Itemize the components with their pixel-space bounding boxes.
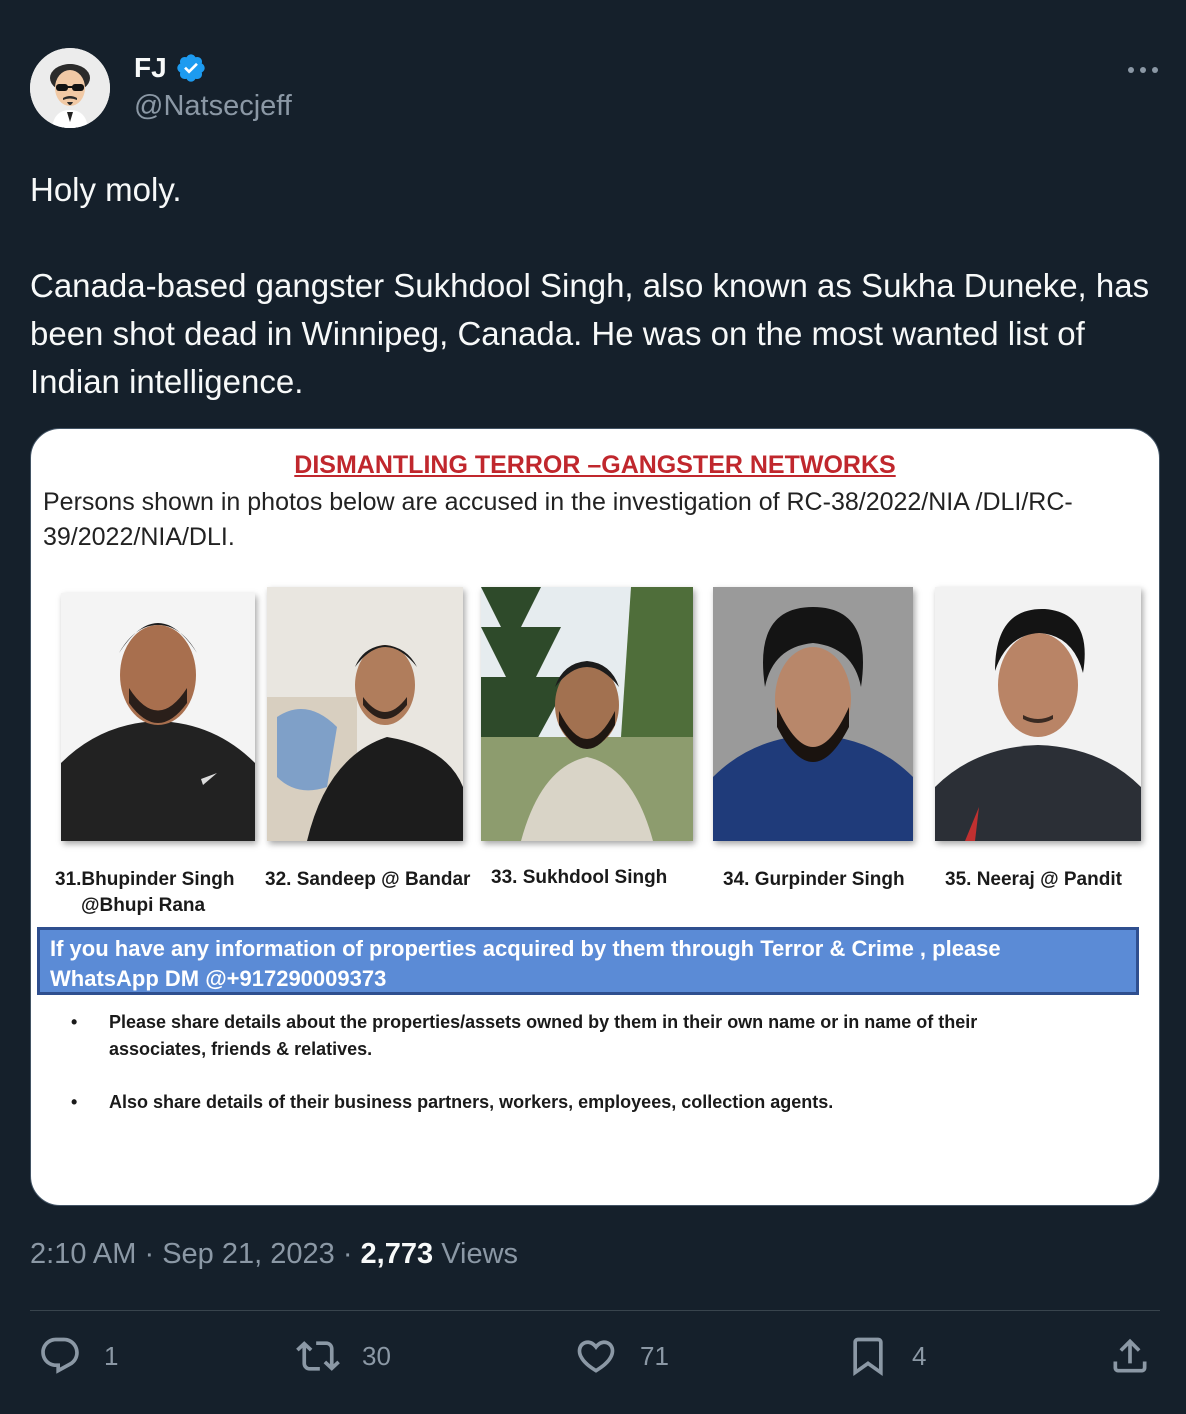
reply-count: 1: [104, 1340, 119, 1371]
person-label-31-line-2: @Bhupi Rana: [81, 895, 206, 916]
poster-subtitle-line-2: 39/2022/NIA/DLI.: [43, 523, 235, 551]
tweet-date[interactable]: Sep 21, 2023: [162, 1238, 335, 1270]
tweet-actions: 1 30 71 4: [30, 1334, 1160, 1386]
verified-badge-icon: [177, 54, 205, 82]
reply-button[interactable]: 1: [38, 1334, 118, 1378]
avatar[interactable]: [30, 48, 110, 128]
tweet-media-image[interactable]: DISMANTLING TERROR –GANGSTER NETWORKS Pe…: [30, 428, 1160, 1206]
bullet-item-1: Please share details about the propertie…: [71, 1009, 1111, 1063]
tweet-line-1: Holy moly.: [30, 171, 182, 208]
person-label-34: 34. Gurpinder Singh: [723, 869, 905, 890]
bullet-2-text: Also share details of their business par…: [109, 1092, 834, 1112]
bullet-1-line-2: associates, friends & relatives.: [109, 1039, 373, 1059]
poster-subtitle-line-1: Persons shown in photos below are accuse…: [43, 488, 1073, 516]
info-banner: If you have any information of propertie…: [37, 927, 1139, 995]
person-photo-33: [481, 587, 693, 841]
tweet-text: Holy moly. Canada-based gangster Sukhdoo…: [30, 166, 1160, 406]
retweet-button[interactable]: 30: [296, 1334, 391, 1378]
bookmark-icon: [853, 1337, 883, 1377]
poster-title: DISMANTLING TERROR –GANGSTER NETWORKS: [294, 451, 896, 479]
author-name-row[interactable]: FJ: [134, 52, 207, 84]
tweet-header: FJ @Natsecjeff: [30, 46, 1160, 130]
person-photo-35: [935, 587, 1141, 841]
poster-bullets: Please share details about the propertie…: [71, 1009, 1111, 1116]
info-banner-line-1: If you have any information of propertie…: [50, 936, 1001, 961]
poster-subtitle: Persons shown in photos below are accuse…: [43, 485, 1143, 555]
person-photo-34: [713, 587, 913, 841]
author-name[interactable]: FJ: [134, 52, 167, 84]
bullet-item-2: Also share details of their business par…: [71, 1089, 1111, 1116]
retweet-count: 30: [362, 1340, 391, 1371]
tweet-time[interactable]: 2:10 AM: [30, 1238, 136, 1270]
meta-separator: ·: [144, 1238, 155, 1270]
retweet-icon: [296, 1341, 340, 1371]
like-button[interactable]: 71: [574, 1334, 669, 1378]
person-photo-31: [61, 593, 255, 841]
author-handle[interactable]: @Natsecjeff: [134, 90, 292, 123]
tweet-meta: 2:10 AM · Sep 21, 2023 · 2,773 Views: [30, 1238, 518, 1271]
person-label-31-line-1: 31.Bhupinder Singh: [55, 869, 235, 890]
like-count: 71: [640, 1340, 669, 1371]
bookmark-count: 4: [912, 1340, 927, 1371]
views-label: Views: [441, 1238, 519, 1270]
person-label-33: 33. Sukhdool Singh: [491, 867, 668, 888]
share-button[interactable]: [1108, 1334, 1152, 1378]
views-count: 2,773: [360, 1238, 434, 1270]
heart-icon: [577, 1340, 615, 1373]
bullet-1-line-1: Please share details about the propertie…: [109, 1012, 978, 1032]
person-label-31: 31.Bhupinder Singh @Bhupi Rana: [55, 867, 234, 919]
reply-icon: [41, 1337, 79, 1374]
tweet-line-2: Canada-based gangster Sukhdool Singh, al…: [30, 267, 1150, 400]
divider: [30, 1310, 1160, 1311]
person-photo-32: [267, 587, 463, 841]
meta-separator: ·: [342, 1238, 353, 1270]
person-label-35: 35. Neeraj @ Pandit: [945, 869, 1122, 890]
info-banner-line-2: WhatsApp DM @+917290009373: [50, 966, 387, 991]
bookmark-button[interactable]: 4: [846, 1334, 926, 1378]
more-options-icon[interactable]: [1126, 60, 1160, 80]
share-icon: [1113, 1338, 1147, 1373]
person-label-32: 32. Sandeep @ Bandar: [265, 869, 471, 890]
